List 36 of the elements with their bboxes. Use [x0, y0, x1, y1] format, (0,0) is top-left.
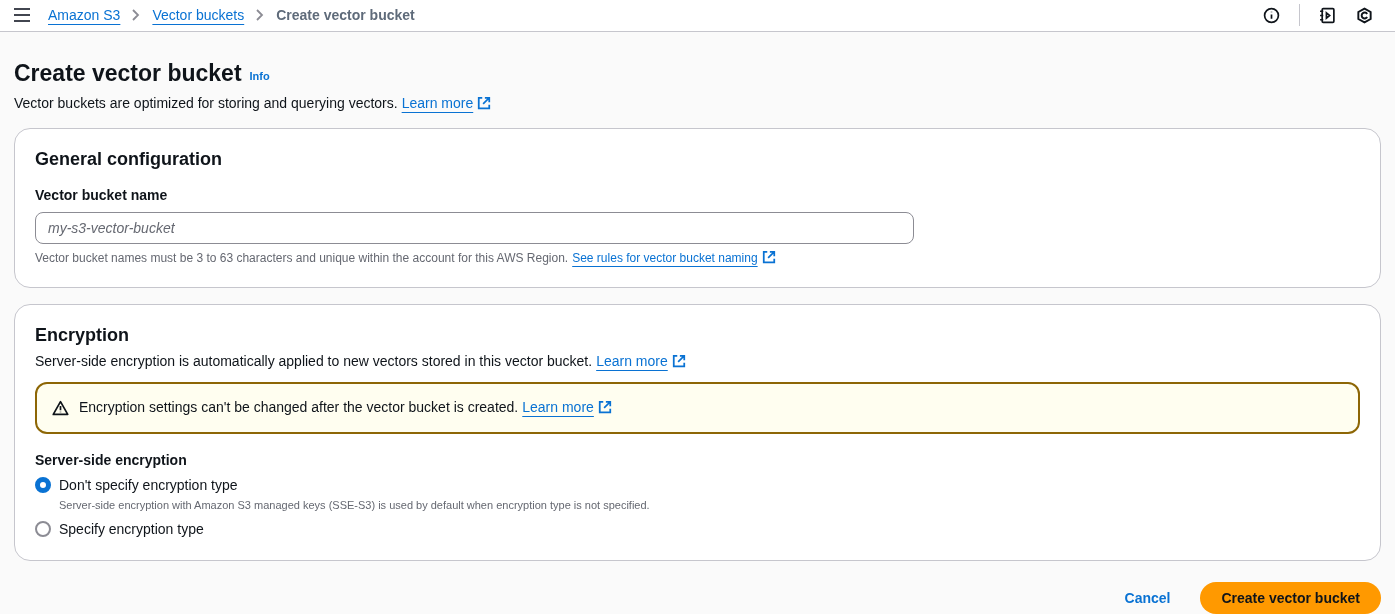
external-link-icon: [761, 249, 776, 264]
external-link-icon: [597, 400, 612, 414]
section-title: General configuration: [35, 147, 224, 171]
radio-label[interactable]: Don't specify encryption type: [59, 474, 650, 496]
page-description: Vector buckets are optimized for storing and querying vectors.: [14, 93, 398, 113]
section-description: Server-side encryption is automatically applied to new vectors stored in this vector bucket.: [35, 351, 593, 371]
create-vector-bucket-button[interactable]: Create vector bucket: [1200, 582, 1381, 614]
radio-button[interactable]: [35, 521, 51, 537]
notebook-icon[interactable]: [1319, 6, 1336, 24]
learn-more-link[interactable]: Learn more: [522, 397, 612, 418]
breadcrumb-link[interactable]: Amazon S3: [48, 4, 121, 26]
section-title: Encryption: [35, 323, 130, 347]
group-label: Server-side encryption: [35, 450, 188, 470]
hexagon-icon[interactable]: [1356, 6, 1373, 24]
info-icon[interactable]: [1263, 6, 1280, 24]
learn-more-link[interactable]: Learn more: [401, 92, 492, 114]
radio-description: Server-side encryption with Amazon S3 managed keys (SSE-S3) is used by default when encryption type is not specified.: [59, 497, 650, 513]
field-label: Vector bucket name: [35, 185, 169, 205]
radio-label[interactable]: Specify encryption type: [59, 519, 204, 540]
bucket-name-input[interactable]: my-s3-vector-bucket: [35, 211, 914, 244]
menu-icon[interactable]: [14, 8, 30, 23]
radio-button[interactable]: [35, 476, 51, 493]
chevron-right-icon: [256, 9, 265, 22]
info-link[interactable]: Info: [249, 68, 270, 85]
field-hint: Vector bucket names must be 3 to 63 characters and unique within the account for this AWS Region.: [35, 249, 569, 267]
warning-text: Encryption settings can't be changed after the vector bucket is created.: [79, 398, 519, 417]
breadcrumb-current: Create vector bucket: [276, 5, 415, 25]
external-link-icon: [477, 95, 492, 110]
page-title: Create vector bucket: [14, 58, 242, 87]
breadcrumb-link[interactable]: Vector buckets: [152, 4, 245, 26]
cancel-button[interactable]: Cancel: [1114, 582, 1181, 614]
learn-more-link[interactable]: Learn more: [596, 350, 686, 372]
learn-more-link[interactable]: See rules for vector bucket naming: [572, 248, 776, 267]
external-link-icon: [671, 353, 686, 368]
chevron-right-icon: [132, 9, 141, 22]
warning-icon: [52, 399, 69, 416]
